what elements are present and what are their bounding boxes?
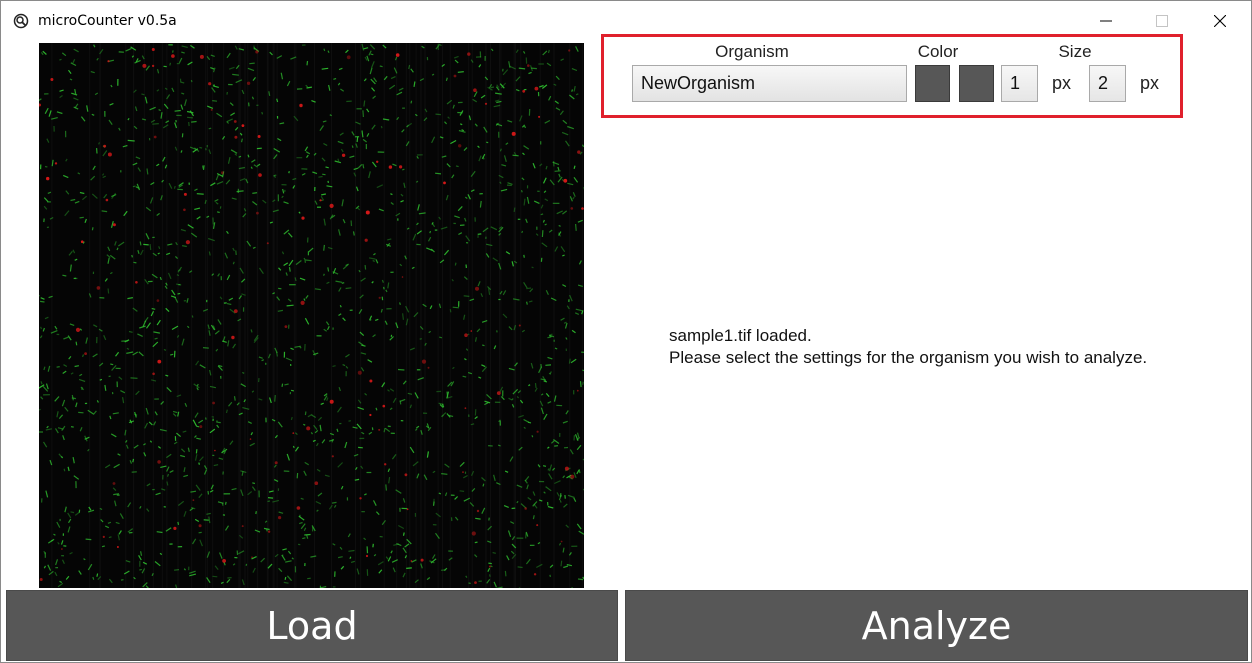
- color-swatch-secondary[interactable]: [959, 65, 994, 102]
- size-min-input[interactable]: [1001, 65, 1038, 102]
- microscopy-image-view[interactable]: [39, 43, 584, 588]
- minimize-icon: [1100, 20, 1112, 22]
- size-max-input[interactable]: [1089, 65, 1126, 102]
- status-message: sample1.tif loaded. Please select the se…: [669, 325, 1147, 369]
- close-button[interactable]: [1197, 1, 1243, 41]
- organism-settings-panel: Organism Color Size px px: [601, 34, 1183, 118]
- organism-name-input[interactable]: [632, 65, 907, 102]
- load-button[interactable]: Load: [6, 590, 618, 661]
- size-label: Size: [1058, 42, 1092, 61]
- organism-label: Organism: [715, 42, 789, 61]
- size-min-unit: px: [1052, 73, 1072, 93]
- app-icon: [13, 13, 29, 29]
- color-swatch-primary[interactable]: [915, 65, 950, 102]
- app-window: microCounter v0.5a Organism Color Size N…: [0, 0, 1252, 663]
- status-line-instruction: Please select the settings for the organ…: [669, 348, 1148, 367]
- status-line-loaded: sample1.tif loaded.: [669, 326, 812, 345]
- close-icon: [1214, 15, 1226, 27]
- maximize-icon: [1156, 15, 1168, 27]
- size-max-unit: px: [1140, 73, 1160, 93]
- microscopy-image: [39, 43, 584, 588]
- window-title: microCounter v0.5a: [38, 13, 177, 29]
- analyze-button[interactable]: Analyze: [625, 590, 1248, 661]
- color-label: Color: [917, 42, 959, 61]
